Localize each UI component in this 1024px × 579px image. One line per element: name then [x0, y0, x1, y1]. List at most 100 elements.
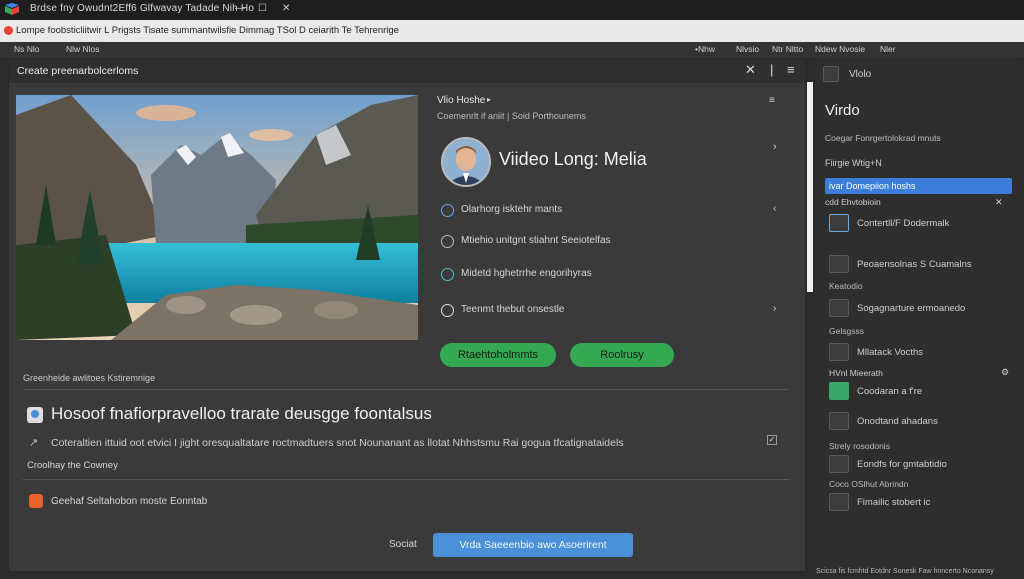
sidebar-item[interactable]: Coodaran a f're — [829, 382, 1009, 402]
video-icon — [829, 343, 849, 361]
divider — [23, 389, 789, 390]
toolbar-item[interactable]: Ns Nlo — [14, 44, 40, 54]
sidebar-item-label: Eondfs for gmtabtidio — [857, 459, 947, 470]
favicon-icon — [4, 26, 13, 35]
status-bar: Scicsa fis fcmhtd Eotdnr Sonesk Faw hnnc… — [814, 568, 1024, 579]
sidebar-item-label: Onodtand ahadans — [857, 416, 938, 427]
sidebar-item[interactable]: Sogagnarture ermoanedo — [829, 299, 1009, 319]
sidebar-item[interactable]: Eondfs for gmtabtidio — [829, 455, 1009, 475]
maximize-icon[interactable]: ☐ — [258, 3, 267, 14]
photos-icon — [829, 382, 849, 400]
option-label[interactable]: Geehaf Seltahobon moste Eonntab — [51, 496, 207, 507]
sidebar-section: Strely rosodonis — [829, 441, 890, 451]
submit-button[interactable]: Vrda Saeeenbio awo Asoerirent — [433, 533, 633, 557]
menu-icon[interactable]: ≡ — [787, 62, 795, 77]
copyright-icon — [441, 304, 454, 317]
toolbar: Ns Nlo Nlw Nlos •Nhw Nlvsio Ntr Nltto Nd… — [0, 42, 1024, 58]
chevron-right-icon[interactable]: › — [773, 303, 776, 314]
checkbox[interactable]: ✓ — [767, 435, 777, 445]
address-text[interactable]: Lompe foobsticliitwir L Prigsts Tisate s… — [16, 25, 399, 36]
label-badge-icon: ▸ — [487, 95, 492, 104]
video-title: Viideo Long: Melia — [499, 149, 647, 169]
sidebar: Vlolo Virdo Coegar Fonrgertolokrad mnuts… — [814, 58, 1017, 568]
close-icon[interactable]: ✕ — [282, 3, 290, 14]
sidebar-item-label: Peoaensolnas S Cuamalns — [857, 259, 972, 270]
sidebar-section: Gelsgsss — [829, 326, 864, 336]
square-icon — [829, 493, 849, 511]
minimize-icon[interactable]: — — [235, 3, 245, 14]
sidebar-item[interactable]: Onodtand ahadans — [829, 412, 1009, 432]
description-text: Coteraltien ittuid oot etvici I jight or… — [51, 437, 624, 449]
toolbar-item[interactable]: Nlw Nlos — [66, 44, 100, 54]
chevron-left-icon[interactable]: ‹ — [773, 203, 776, 214]
list-item[interactable]: Midetd hghetrrhe engorihyras — [441, 267, 781, 283]
settings-icon[interactable]: ⚙ — [1001, 367, 1009, 378]
check-icon — [441, 268, 454, 281]
toolbar-item[interactable]: •Nhw — [695, 44, 715, 54]
list-item-label: Olarhorg isktehr mants — [461, 204, 563, 215]
sidebar-section: HVnl Mieerath — [829, 368, 883, 378]
landscape-image — [16, 95, 418, 340]
sidebar-item-highlighted[interactable]: ivar Domepiion hoshs — [825, 178, 1012, 194]
option-label[interactable]: Croolhay the Cowney — [27, 460, 118, 471]
avatar — [441, 137, 491, 187]
info-icon — [441, 235, 454, 248]
toolbar-item[interactable]: Nler — [880, 44, 896, 54]
sidebar-section: cdd Ehvtobioin — [825, 197, 881, 207]
sidebar-item-label: Sogagnarture ermoanedo — [857, 303, 966, 314]
square-icon[interactable] — [823, 66, 839, 82]
toolbar-item[interactable]: Ndew Nvosie — [815, 44, 865, 54]
toolbar-item[interactable]: Ntr Nltto — [772, 44, 803, 54]
info-icon — [441, 204, 454, 217]
sidebar-item[interactable]: Contertll/F Dodermalk — [829, 214, 1009, 234]
list-item-label: Teenmt thebut onsestle — [461, 304, 565, 315]
side-menu-icon[interactable]: ≡ — [769, 95, 775, 106]
toolbar-item[interactable]: Nlvsio — [736, 44, 759, 54]
sidebar-top-label: Vlolo — [849, 69, 872, 80]
app-icon — [29, 494, 43, 508]
close-icon[interactable]: ✕ — [745, 62, 756, 78]
sidebar-item[interactable]: Peoaensolnas S Cuamalns — [829, 255, 1009, 275]
sidebar-item[interactable]: Mllatack Vocths — [829, 343, 1009, 363]
sidebar-section: Keatodio — [829, 281, 863, 291]
sidebar-item-label: Contertll/F Dodermalk — [857, 218, 950, 229]
secondary-action-button[interactable]: Roolrusy — [570, 343, 674, 367]
separator-icon: | — [770, 62, 774, 77]
list-item[interactable]: Mtiehio unitgnt stiahnt Seeiotelfas — [441, 234, 781, 250]
status-text: Scicsa fis fcmhtd Eotdnr Sonesk Faw hnnc… — [816, 568, 994, 575]
sidebar-item-label: ivar Domepiion hoshs — [829, 181, 916, 191]
dot-icon — [829, 412, 849, 430]
sidebar-section: Coco OSlhut Abrindn — [829, 479, 909, 489]
edit-icon — [829, 455, 849, 473]
cancel-button[interactable]: Sociat — [389, 539, 417, 550]
document-icon — [829, 299, 849, 317]
list-item-label: Mtiehio unitgnt stiahnt Seeiotelfas — [461, 235, 611, 246]
arrow-icon: ↗ — [29, 437, 39, 449]
sidebar-item[interactable]: Fimailic stobert ic — [829, 493, 1009, 513]
create-dialog: Create preenarbolcerloms ✕ | ≡ Vlio Hosh… — [8, 58, 806, 572]
monitor-icon — [829, 255, 849, 273]
section-label: Greenheide awlitoes Kstiremnige — [23, 373, 156, 383]
address-bar[interactable]: Lompe foobsticliitwir L Prigsts Tisate s… — [0, 20, 1024, 43]
divider — [23, 479, 789, 480]
primary-action-button[interactable]: Rtaehtoholmmts — [440, 343, 556, 367]
window-title: Brdse fny Owudnt2Eff6 Glfwavay Tadade Ni… — [30, 3, 255, 14]
profile-photo — [443, 139, 489, 185]
sidebar-item-label: Fimailic stobert ic — [857, 497, 931, 508]
sidebar-shortcut: Fiirgie Wtig+N — [825, 158, 882, 168]
chevron-right-icon[interactable]: › — [773, 141, 777, 153]
monitor-icon — [829, 214, 849, 232]
scrollbar[interactable] — [807, 82, 813, 292]
dialog-title: Create preenarbolcerloms — [17, 65, 139, 77]
app-logo-icon — [5, 3, 19, 15]
list-item[interactable]: Teenmt thebut onsestle › — [441, 303, 781, 319]
list-item[interactable]: Olarhorg isktehr mants ‹ — [441, 203, 781, 219]
dialog-subtitle: Coemenrlt if aniit | Soid Porthounems — [437, 111, 586, 121]
sidebar-item-label: Coodaran a f're — [857, 386, 923, 397]
dialog-header: Create preenarbolcerloms ✕ | ≡ — [9, 59, 805, 83]
close-icon[interactable]: ✕ — [995, 197, 1003, 208]
sidebar-item-label: Mllatack Vocths — [857, 347, 923, 358]
app-icon-dot — [31, 410, 39, 418]
preview-image — [16, 95, 418, 340]
window-titlebar: Brdse fny Owudnt2Eff6 Glfwavay Tadade Ni… — [0, 0, 1024, 20]
